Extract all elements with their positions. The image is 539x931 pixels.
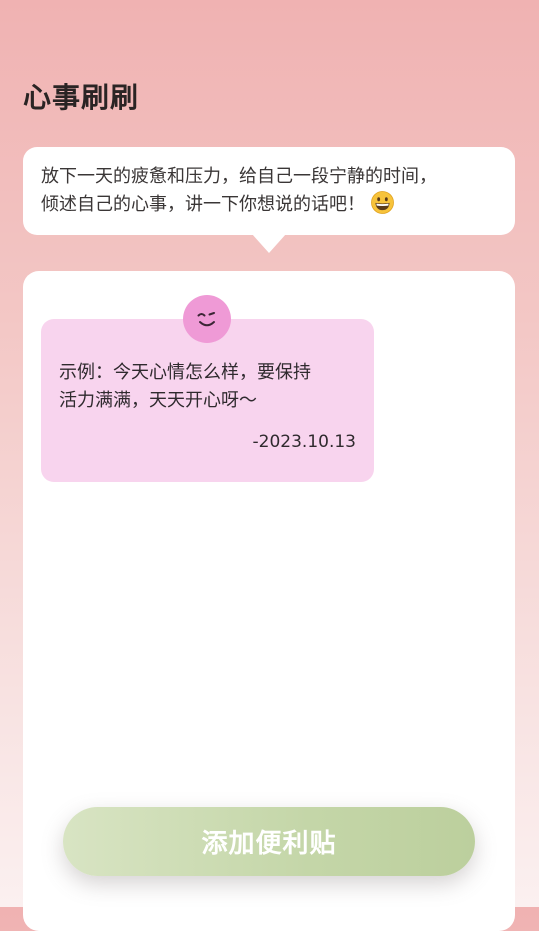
page-title: 心事刷刷 [23, 81, 140, 114]
intro-text-line-2-wrap: 倾述自己的心事，讲一下你想说的话吧！ [41, 191, 497, 219]
intro-text-line-1: 放下一天的疲惫和压力，给自己一段宁静的时间， [41, 166, 437, 187]
intro-speech-bubble: 放下一天的疲惫和压力，给自己一段宁静的时间， 倾述自己的心事，讲一下你想说的话吧… [23, 147, 515, 235]
note-text-line-1: 示例：今天心情怎么样，要保持 [59, 362, 311, 383]
intro-bubble-tail [252, 234, 286, 253]
smiley-face-icon [183, 295, 231, 343]
note-text-line-2: 活力满满，天天开心呀～ [59, 390, 257, 411]
sticky-note[interactable]: 示例：今天心情怎么样，要保持 活力满满，天天开心呀～ -2023.10.13 [41, 295, 374, 482]
grinning-face-icon [371, 191, 394, 214]
intro-text-line-2: 倾述自己的心事，讲一下你想说的话吧！ [41, 194, 365, 215]
add-sticky-note-button[interactable]: 添加便利贴 [63, 807, 475, 876]
note-text: 示例：今天心情怎么样，要保持 活力满满，天天开心呀～ [59, 359, 356, 415]
note-date: -2023.10.13 [252, 432, 356, 452]
